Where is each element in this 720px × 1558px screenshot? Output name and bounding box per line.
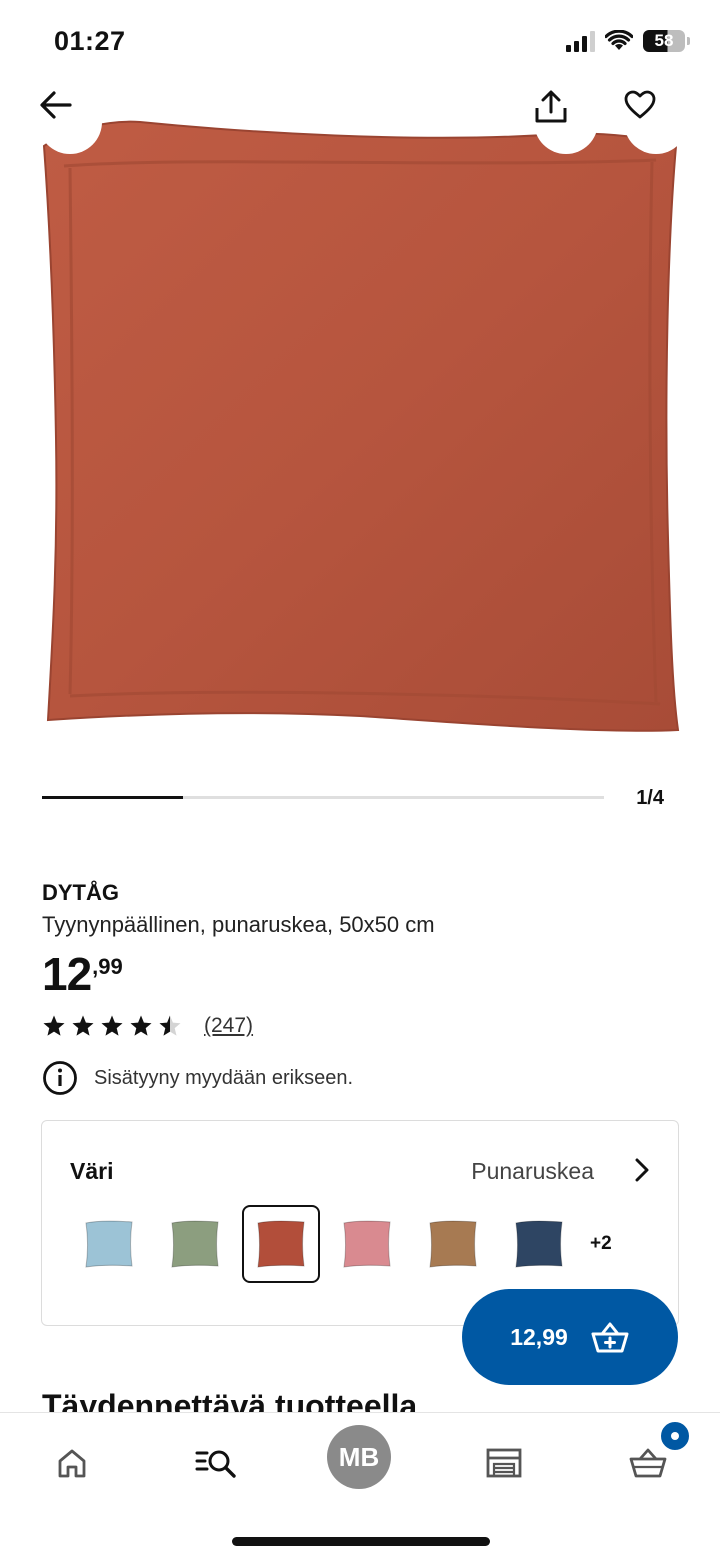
product-image-carousel[interactable] xyxy=(0,88,720,768)
star-icon xyxy=(72,1015,94,1036)
share-button[interactable] xyxy=(534,90,598,154)
swatch-pillow-icon xyxy=(171,1220,219,1268)
color-swatch-red-brown[interactable] xyxy=(242,1205,320,1283)
product-brand: DYTÅG xyxy=(42,880,119,905)
home-indicator xyxy=(232,1537,490,1546)
review-count-link[interactable]: (247) xyxy=(204,1014,253,1038)
add-to-cart-button[interactable]: 12,99 xyxy=(462,1289,678,1385)
share-icon xyxy=(535,90,567,123)
swatch-pillow-icon xyxy=(515,1220,563,1268)
profile-avatar[interactable]: MB xyxy=(327,1425,391,1489)
price-decimals: ,99 xyxy=(92,954,123,979)
star-icon xyxy=(43,1015,65,1036)
info-icon xyxy=(43,1061,77,1095)
swatch-pillow-icon xyxy=(343,1220,391,1268)
signal-icon xyxy=(566,30,595,52)
cart-icon xyxy=(629,1448,667,1478)
color-swatch-light-blue[interactable] xyxy=(70,1205,148,1283)
battery-icon: 58 xyxy=(643,30,690,52)
product-price: 12 ,99 xyxy=(42,950,123,998)
color-swatch-green[interactable] xyxy=(156,1205,234,1283)
home-icon xyxy=(58,1449,86,1478)
arrow-left-icon xyxy=(40,91,72,119)
search-list-icon xyxy=(195,1450,236,1478)
bottom-navigation: MB xyxy=(0,1412,720,1558)
swatch-pillow-icon xyxy=(257,1220,305,1268)
status-icons: 58 xyxy=(566,30,690,52)
heart-icon xyxy=(624,90,656,119)
info-text: Sisätyyny myydään erikseen. xyxy=(94,1066,354,1089)
image-page-counter: 1/4 xyxy=(636,787,664,809)
nav-search[interactable] xyxy=(184,1431,248,1495)
status-time: 01:27 xyxy=(54,26,126,56)
favorite-button[interactable] xyxy=(624,90,688,154)
cart-button-price: 12,99 xyxy=(510,1323,568,1350)
color-swatch-dark-blue[interactable] xyxy=(500,1205,578,1283)
product-image xyxy=(42,120,680,732)
star-icon xyxy=(101,1015,123,1036)
rating-row[interactable]: (247) xyxy=(42,1014,253,1038)
add-to-basket-icon xyxy=(591,1322,629,1353)
color-swatches: +2 xyxy=(70,1205,612,1283)
chevron-right-icon[interactable] xyxy=(632,1157,652,1183)
swatch-pillow-icon xyxy=(85,1220,133,1268)
back-button[interactable] xyxy=(38,90,102,154)
battery-level: 58 xyxy=(643,30,685,52)
swatch-pillow-icon xyxy=(429,1220,477,1268)
nav-home[interactable] xyxy=(40,1431,104,1495)
star-icon xyxy=(159,1015,181,1036)
more-colors-count[interactable]: +2 xyxy=(590,1233,612,1255)
info-note: Sisätyyny myydään erikseen. xyxy=(42,1060,353,1096)
store-icon xyxy=(486,1448,522,1478)
cart-badge xyxy=(658,1419,692,1453)
color-label: Väri xyxy=(70,1158,114,1184)
product-description: Tyynynpäällinen, punaruskea, 50x50 cm xyxy=(42,912,435,937)
rating-stars xyxy=(42,1014,182,1038)
star-icon xyxy=(130,1015,152,1036)
nav-stores[interactable] xyxy=(472,1431,536,1495)
wifi-icon xyxy=(605,30,633,50)
status-bar: 01:27 58 xyxy=(0,0,720,88)
color-swatch-pink[interactable] xyxy=(328,1205,406,1283)
image-progress-bar xyxy=(42,796,604,799)
color-swatch-brown[interactable] xyxy=(414,1205,492,1283)
price-integer: 12 xyxy=(42,948,92,1000)
selected-color-name: Punaruskea xyxy=(471,1158,594,1184)
image-progress-fill xyxy=(42,796,183,799)
